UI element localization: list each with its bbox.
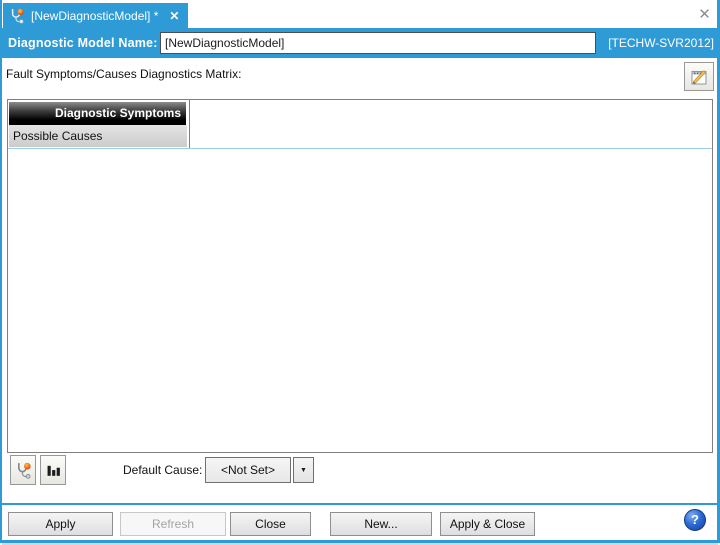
question-icon: ? [691,512,699,527]
tab-title: [NewDiagnosticModel] * [31,9,158,23]
server-badge: [TECHW-SVR2012] [608,28,714,58]
chart-view-button[interactable] [40,455,66,485]
matrix-header-divider [8,148,712,149]
default-cause-label: Default Cause: [123,455,202,485]
matrix-column-separator [189,100,190,148]
default-cause-value: <Not Set> [221,463,275,477]
tab-diagnostic-model[interactable]: [NewDiagnosticModel] * ✕ [3,3,188,28]
refresh-button[interactable]: Refresh [120,512,226,536]
matrix-panel: Diagnostic Symptoms Possible Causes [7,99,713,453]
diagnostic-view-button[interactable] [10,455,36,485]
model-name-label: Diagnostic Model Name: [8,28,158,58]
apply-button[interactable]: Apply [8,512,113,536]
window-border-left [0,0,2,543]
new-button[interactable]: New... [330,512,432,536]
tab-close-icon[interactable]: ✕ [169,10,179,22]
matrix-section-label: Fault Symptoms/Causes Diagnostics Matrix… [6,67,241,81]
stethoscope-icon [9,8,25,24]
apply-close-button[interactable]: Apply & Close [440,512,535,536]
diagnostic-model-window: [NewDiagnosticModel] * ✕ ✕ Diagnostic Mo… [0,0,720,545]
footer-separator [0,503,720,505]
bar-chart-icon [45,462,62,479]
default-cause-dropdown-button[interactable]: ▼ [293,457,314,483]
matrix-symptoms-header: Diagnostic Symptoms [9,102,186,125]
stethoscope-icon [15,462,32,479]
header-bar: Diagnostic Model Name: [TECHW-SVR2012] [0,28,720,58]
close-button[interactable]: Close [230,512,311,536]
edit-matrix-button[interactable] [684,62,714,91]
chevron-down-icon: ▼ [300,467,307,474]
matrix-causes-header: Possible Causes [9,125,187,147]
help-button[interactable]: ? [684,509,706,531]
window-close-icon[interactable]: ✕ [694,4,715,25]
default-cause-combobox[interactable]: <Not Set> [205,457,291,483]
model-name-input[interactable] [160,32,596,54]
note-edit-icon [689,67,709,87]
